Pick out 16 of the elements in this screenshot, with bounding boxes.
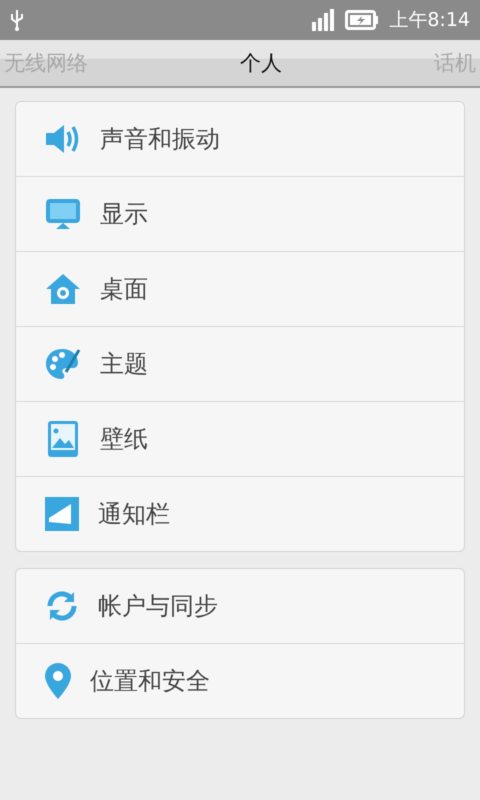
settings-item[interactable]: 帐户与同步 (16, 569, 464, 643)
monitor-icon (44, 197, 82, 231)
signal-icon (311, 8, 336, 32)
settings-item[interactable]: 位置和安全 (16, 643, 464, 718)
settings-item[interactable]: 声音和振动 (16, 102, 464, 176)
settings-item[interactable]: 通知栏 (16, 476, 464, 551)
status-time: 上午8:14 (389, 8, 470, 33)
palette-icon (44, 347, 82, 381)
settings-item[interactable]: 显示 (16, 176, 464, 251)
settings-item[interactable]: 壁纸 (16, 401, 464, 476)
battery-charging-icon (345, 10, 380, 30)
location-pin-icon (44, 662, 72, 700)
usb-icon (10, 9, 24, 31)
settings-item[interactable]: 主题 (16, 326, 464, 401)
tab[interactable]: 个人 (236, 49, 286, 77)
settings-item[interactable]: 桌面 (16, 251, 464, 326)
